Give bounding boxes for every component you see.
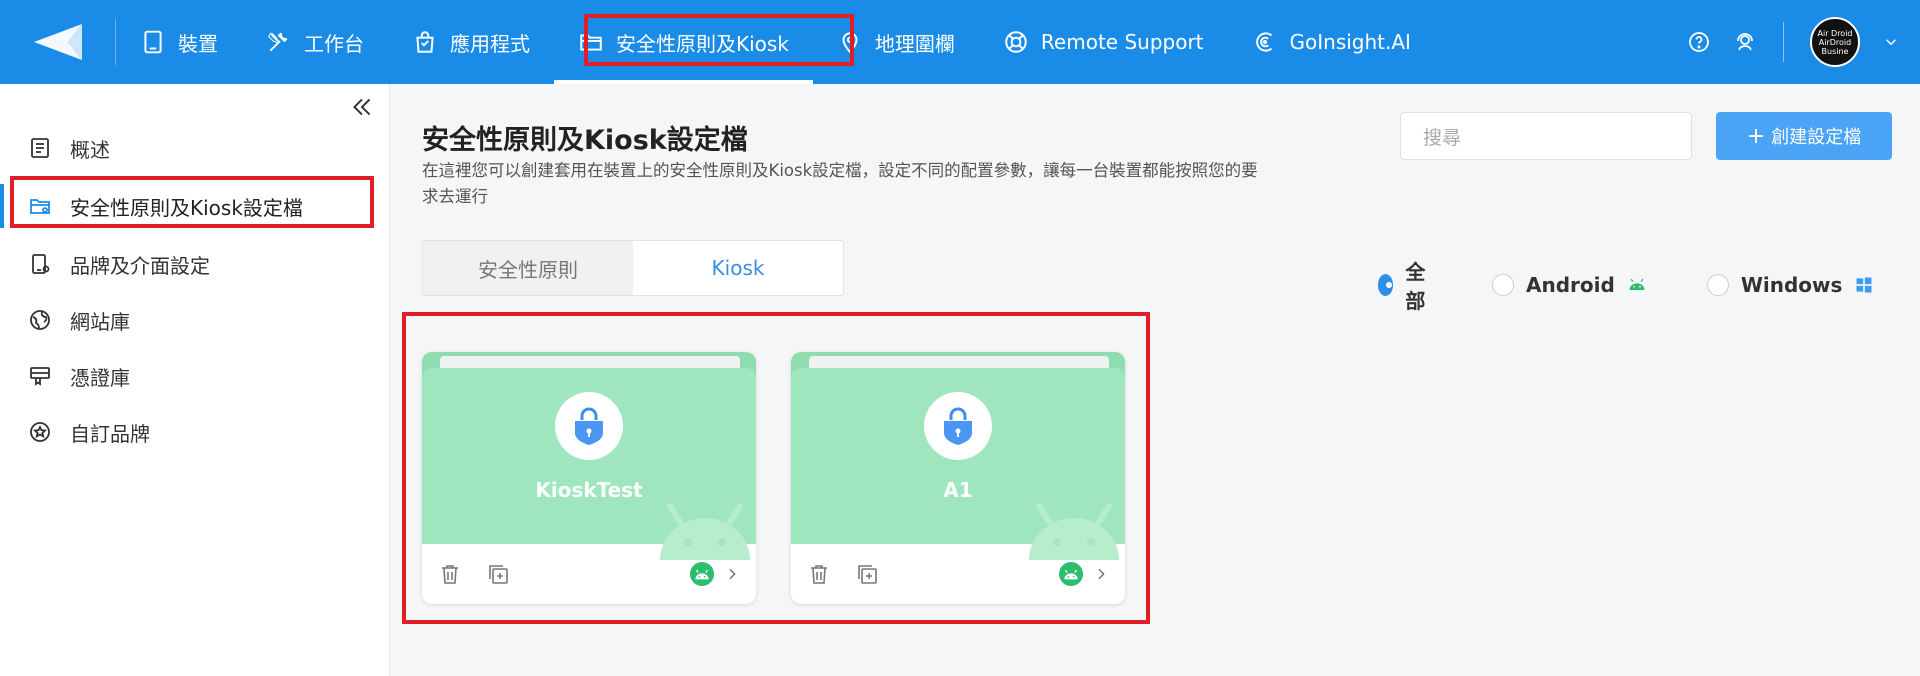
globe-icon [30,310,50,330]
nav-devices[interactable]: 裝置 [116,0,242,84]
tablet-icon [144,30,162,54]
card-body: A1 [791,352,1125,604]
create-profile-label: 創建設定檔 [1771,127,1862,148]
sidebar-item-label: 概述 [70,137,110,162]
search-input[interactable]: 搜尋 [1400,112,1692,160]
nav-geofence-label: 地理圍欄 [874,31,955,56]
android-platform-badge [690,562,714,586]
filter-android-label: Android [1526,273,1615,297]
filter-all[interactable]: 全部 [1378,256,1432,314]
filter-all-label: 全部 [1405,260,1426,313]
lock-badge [555,392,623,460]
filter-android[interactable]: Android [1492,273,1647,297]
nav-apps-label: 應用程式 [450,31,530,56]
delete-icon[interactable] [438,562,462,586]
tools-icon [268,32,288,52]
location-icon [842,32,858,54]
sidebar-item-website-library[interactable]: 網站庫 [0,294,390,346]
sidebar: 概述 安全性原則及Kiosk設定檔 品牌及介面設定 網站庫 憑證庫 自訂品牌 [0,84,390,676]
nav-policy-kiosk-label: 安全性原則及Kiosk [616,31,789,56]
create-profile-button[interactable]: + 創建設定檔 [1716,112,1892,160]
nav-remote-support-label: Remote Support [1040,30,1204,54]
nav-goinsight[interactable]: GoInsight.AI [1228,0,1435,84]
policy-folder-icon [30,199,50,214]
duplicate-icon[interactable] [486,562,510,586]
delete-icon[interactable] [807,562,831,586]
lock-badge [924,392,992,460]
search-placeholder: 搜尋 [1423,126,1462,149]
airdroid-logo[interactable] [0,19,116,65]
main-nav: 裝置 工作台 應用程式 安全性原則及Kiosk 地理圍欄 Remote Supp… [116,0,1435,84]
android-icon [1629,278,1645,290]
android-platform-badge [1059,562,1083,586]
sidebar-item-label: 安全性原則及Kiosk設定檔 [70,195,303,220]
profile-card[interactable]: KioskTest [422,332,756,604]
shopping-bag-icon [416,31,434,53]
duplicate-icon[interactable] [855,562,879,586]
card-footer [422,544,756,604]
profile-type-tabs: 安全性原則 Kiosk [422,240,844,296]
nav-remote-support[interactable]: Remote Support [979,0,1228,84]
collapse-sidebar-icon[interactable] [349,94,375,120]
card-name: A1 [943,478,973,502]
top-right-controls: Air Droid AirDroid Busine [1687,0,1900,84]
sidebar-item-label: 自訂品牌 [70,421,150,446]
divider [1783,22,1784,62]
filter-windows[interactable]: Windows [1706,273,1875,297]
windows-icon [1856,277,1872,293]
lifebuoy-icon [1005,31,1027,53]
nav-goinsight-label: GoInsight.AI [1289,30,1411,54]
android-icon [1064,569,1078,580]
plus-icon: + [1746,123,1766,149]
sidebar-item-policy-kiosk[interactable]: 安全性原則及Kiosk設定檔 [0,180,390,232]
radio[interactable] [1492,274,1514,296]
filter-windows-label: Windows [1740,273,1843,297]
android-icon [695,569,709,580]
overview-icon [31,138,49,158]
device-settings-icon [32,254,50,274]
sidebar-item-label: 憑證庫 [70,365,130,390]
page-title: 安全性原則及Kiosk設定檔 [422,125,748,156]
card-footer [791,544,1125,604]
nav-devices-label: 裝置 [178,31,218,56]
profile-card[interactable]: A1 [791,332,1125,604]
tab-security-policy[interactable]: 安全性原則 [423,241,633,295]
sidebar-item-branding[interactable]: 品牌及介面設定 [0,238,390,290]
sidebar-item-label: 品牌及介面設定 [70,253,210,278]
lock-shield-icon [944,407,972,445]
sidebar-item-overview[interactable]: 概述 [0,122,390,174]
chevron-right-icon[interactable] [724,566,740,582]
sidebar-item-certificate-library[interactable]: 憑證庫 [0,350,390,402]
nav-workbench[interactable]: 工作台 [242,0,388,84]
star-badge-icon [30,422,50,442]
sidebar-item-custom-brand[interactable]: 自訂品牌 [0,406,390,458]
insight-icon [1255,32,1272,52]
avatar[interactable]: Air Droid AirDroid Busine [1810,17,1860,67]
main-content: 安全性原則及Kiosk設定檔 在這裡您可以創建套用在裝置上的安全性原則及Kios… [390,84,1920,676]
radio-selected[interactable] [1378,274,1394,296]
lock-shield-icon [575,407,603,445]
paper-plane-logo-icon [33,24,82,60]
card-body: KioskTest [422,352,756,604]
radio[interactable] [1706,274,1729,296]
folder-icon [580,34,602,51]
nav-apps[interactable]: 應用程式 [388,0,554,84]
nav-geofence[interactable]: 地理圍欄 [813,0,979,84]
page-description: 在這裡您可以創建套用在裝置上的安全性原則及Kiosk設定檔，設定不同的配置參數，… [422,161,1258,206]
avatar-text: Air Droid AirDroid Busine [1817,28,1853,56]
nav-policy-kiosk[interactable]: 安全性原則及Kiosk [554,0,813,84]
certificate-icon [30,367,50,386]
platform-filter: 全部 Android Windows [1378,256,1920,314]
top-navigation-bar: 裝置 工作台 應用程式 安全性原則及Kiosk 地理圍欄 Remote Supp… [0,0,1920,84]
support-agent-icon[interactable] [1733,30,1757,54]
nav-workbench-label: 工作台 [304,31,364,56]
tab-kiosk[interactable]: Kiosk [633,241,843,295]
card-name: KioskTest [535,478,643,502]
help-icon[interactable] [1687,30,1711,54]
chevron-down-icon[interactable] [1882,33,1900,51]
chevron-right-icon[interactable] [1093,566,1109,582]
sidebar-item-label: 網站庫 [70,309,130,334]
